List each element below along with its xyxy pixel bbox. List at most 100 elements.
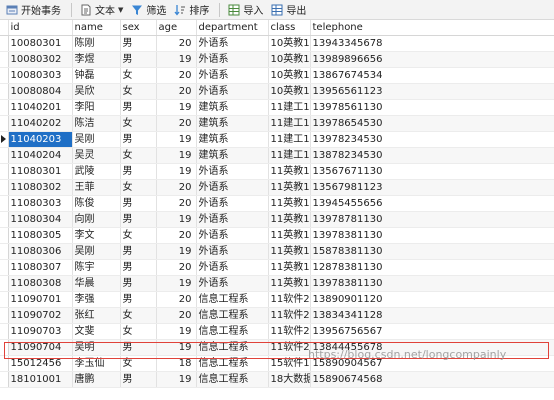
table-cell-telephone[interactable]: 13890901120 (310, 291, 554, 308)
table-cell-id[interactable]: 18101001 (8, 371, 73, 388)
table-row[interactable]: 11090702张红女20信息工程系11软件2班13834341128 (0, 307, 554, 324)
table-row[interactable]: 11090701李强男20信息工程系11软件2班13890901120 (0, 291, 554, 308)
row-indicator[interactable] (0, 371, 9, 388)
row-indicator[interactable] (0, 275, 9, 292)
table-cell-name[interactable]: 李煜 (72, 51, 121, 68)
table-row[interactable]: 11080306吴刚男19外语系11英教1班15878381130 (0, 243, 554, 260)
table-cell-age[interactable]: 19 (156, 371, 197, 388)
table-cell-class[interactable]: 11英教1班 (268, 195, 311, 212)
table-cell-name[interactable]: 张红 (72, 307, 121, 324)
table-row[interactable]: 10080804吴欣女20外语系10英教1班13956561123 (0, 83, 554, 100)
table-cell-department[interactable]: 信息工程系 (196, 307, 269, 324)
import-button[interactable]: 导入 (225, 1, 266, 19)
table-cell-name[interactable]: 陈洁 (72, 115, 121, 132)
table-cell-class[interactable]: 11英教1班 (268, 163, 311, 180)
table-cell-sex[interactable]: 女 (120, 115, 157, 132)
table-cell-sex[interactable]: 男 (120, 243, 157, 260)
table-cell-name[interactable]: 陈俊 (72, 195, 121, 212)
table-cell-name[interactable]: 王菲 (72, 179, 121, 196)
table-cell-age[interactable]: 19 (156, 163, 197, 180)
table-cell-age[interactable]: 19 (156, 131, 197, 148)
table-cell-department[interactable]: 外语系 (196, 227, 269, 244)
table-cell-id[interactable]: 11080302 (8, 179, 73, 196)
table-cell-id[interactable]: 10080301 (8, 35, 73, 52)
table-row[interactable]: 18101001 唐鹏男 19 信息工程系 18大数据 15890674568 (0, 371, 554, 388)
table-row[interactable]: 10080301陈刚男20外语系10英教1班13943345678 (0, 35, 554, 52)
table-cell-sex[interactable]: 男 (120, 291, 157, 308)
table-cell-telephone[interactable]: 13956561123 (310, 83, 554, 100)
table-row[interactable]: 11080305李文女20外语系11英教1班13978381130 (0, 227, 554, 244)
table-cell-age[interactable]: 19 (156, 211, 197, 228)
table-cell-department[interactable]: 信息工程系 (196, 323, 269, 340)
table-cell-id[interactable]: 11080304 (8, 211, 73, 228)
text-view-button[interactable]: 文本 ▼ (77, 1, 126, 19)
table-cell-name[interactable]: 向刚 (72, 211, 121, 228)
table-cell-name[interactable]: 文斐 (72, 323, 121, 340)
table-cell-class[interactable]: 11建工1班 (268, 99, 311, 116)
row-indicator[interactable] (0, 179, 9, 196)
table-cell-age[interactable]: 20 (156, 115, 197, 132)
table-cell-class[interactable]: 11英教1班 (268, 227, 311, 244)
table-cell-id[interactable]: 11040202 (8, 115, 73, 132)
table-cell-id[interactable]: 11040203 (8, 131, 73, 148)
table-cell-name[interactable]: 唐鹏 (72, 371, 121, 388)
table-cell-id[interactable]: 11080307 (8, 259, 73, 276)
table-cell-department[interactable]: 外语系 (196, 275, 269, 292)
row-indicator[interactable] (0, 355, 9, 372)
table-cell-sex[interactable]: 女 (120, 323, 157, 340)
table-cell-class[interactable]: 10英教1班 (268, 35, 311, 52)
table-cell-id[interactable]: 11090703 (8, 323, 73, 340)
table-cell-name[interactable]: 李阳 (72, 99, 121, 116)
begin-transaction-button[interactable]: 开始事务 (3, 1, 64, 19)
table-cell-department[interactable]: 外语系 (196, 179, 269, 196)
table-cell-department[interactable]: 外语系 (196, 35, 269, 52)
table-cell-id[interactable]: 11080303 (8, 195, 73, 212)
table-cell-name[interactable]: 吴欣 (72, 83, 121, 100)
table-row[interactable]: 11080304向刚男19外语系11英教1班13978781130 (0, 211, 554, 228)
table-cell-department[interactable]: 信息工程系 (196, 339, 269, 356)
filter-button[interactable]: 筛选 (128, 1, 169, 19)
table-cell-telephone[interactable]: 13878234530 (310, 147, 554, 164)
row-indicator[interactable] (0, 147, 9, 164)
table-cell-name[interactable]: 华晨 (72, 275, 121, 292)
table-row[interactable]: 11080307陈宇男20外语系11英教1班12878381130 (0, 259, 554, 276)
table-cell-class[interactable]: 10英教1班 (268, 51, 311, 68)
column-header[interactable]: class (268, 20, 311, 36)
table-cell-id[interactable]: 11080305 (8, 227, 73, 244)
table-cell-class[interactable]: 11软件2班 (268, 291, 311, 308)
row-indicator[interactable] (0, 291, 9, 308)
table-cell-age[interactable]: 19 (156, 51, 197, 68)
table-cell-sex[interactable]: 男 (120, 51, 157, 68)
table-cell-department[interactable]: 外语系 (196, 211, 269, 228)
table-cell-name[interactable]: 陈宇 (72, 259, 121, 276)
table-cell-department[interactable]: 建筑系 (196, 99, 269, 116)
row-indicator[interactable] (0, 163, 9, 180)
table-cell-telephone[interactable]: 13867674534 (310, 67, 554, 84)
row-indicator[interactable] (0, 51, 9, 68)
table-cell-age[interactable]: 19 (156, 147, 197, 164)
table-cell-class[interactable]: 11软件2班 (268, 323, 311, 340)
row-indicator[interactable] (0, 67, 9, 84)
table-cell-department[interactable]: 信息工程系 (196, 291, 269, 308)
table-row[interactable]: 10080303钟磊女20外语系10英教1班13867674534 (0, 67, 554, 84)
table-cell-id[interactable]: 15012456 (8, 355, 73, 372)
table-cell-sex[interactable]: 男 (120, 339, 157, 356)
row-indicator[interactable] (0, 307, 9, 324)
table-cell-name[interactable]: 李强 (72, 291, 121, 308)
table-row[interactable]: 11080303陈俊男20外语系11英教1班13945455656 (0, 195, 554, 212)
table-cell-id[interactable]: 11090704 (8, 339, 73, 356)
table-row[interactable]: 11080302王菲女20外语系11英教1班13567981123 (0, 179, 554, 196)
table-cell-telephone[interactable]: 13978381130 (310, 275, 554, 292)
table-row[interactable]: 10080302李煜男19外语系10英教1班13989896656 (0, 51, 554, 68)
export-button[interactable]: 导出 (268, 1, 309, 19)
table-cell-telephone[interactable]: 15878381130 (310, 243, 554, 260)
table-cell-id[interactable]: 10080302 (8, 51, 73, 68)
row-indicator[interactable] (0, 243, 9, 260)
table-cell-telephone[interactable]: 13834341128 (310, 307, 554, 324)
table-cell-age[interactable]: 20 (156, 227, 197, 244)
table-cell-age[interactable]: 20 (156, 179, 197, 196)
table-cell-sex[interactable]: 男 (120, 131, 157, 148)
table-cell-age[interactable]: 20 (156, 291, 197, 308)
table-cell-class[interactable]: 11建工1班 (268, 115, 311, 132)
table-cell-telephone[interactable]: 13978381130 (310, 227, 554, 244)
